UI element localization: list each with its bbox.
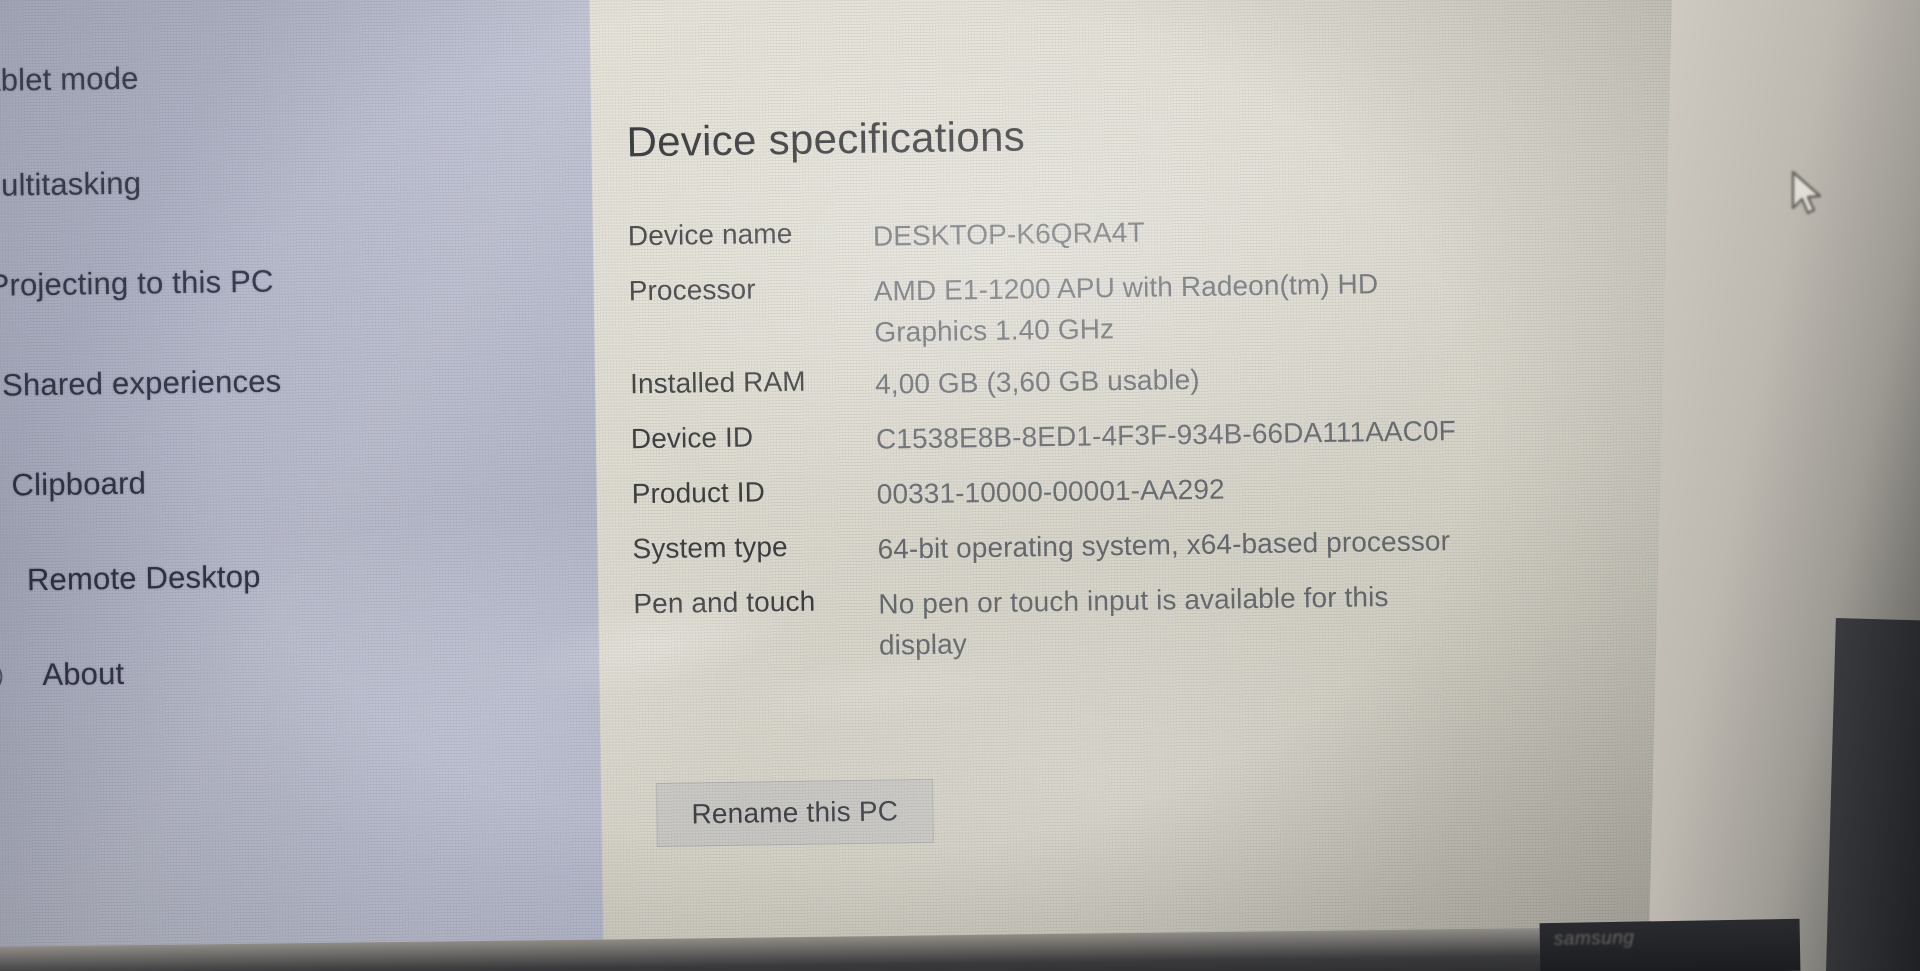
info-icon xyxy=(0,661,1,691)
section-title-device-specifications: Device specifications xyxy=(626,112,1026,166)
settings-window: Tablet mode Multitasking Projecting to t… xyxy=(0,0,1789,971)
laptop-brand-text: samsung xyxy=(1553,927,1635,951)
spec-key: Device ID xyxy=(630,421,754,455)
spec-value: 00331-10000-00001-AA292 xyxy=(876,473,1225,510)
spec-key: Device name xyxy=(627,217,793,252)
sidebar-item-remote-desktop[interactable]: Remote Desktop xyxy=(0,559,261,599)
spec-value: C1538E8B-8ED1-4F3F-934B-66DA111AAC0F xyxy=(875,415,1457,455)
screen-smudge xyxy=(716,635,1043,744)
spec-row-product-id: Product ID 00331-10000-00001-AA292 xyxy=(631,462,1731,519)
spec-row-system-type: System type 64-bit operating system, x64… xyxy=(632,517,1732,574)
sidebar-item-about[interactable]: About xyxy=(0,656,125,694)
sidebar-item-label: About xyxy=(42,655,125,693)
spec-row-processor: Processor AMD E1-1200 APU with Radeon(tm… xyxy=(628,259,1729,356)
spec-row-device-id: Device ID C1538E8B-8ED1-4F3F-934B-66DA11… xyxy=(631,407,1731,464)
sidebar-item-label: Shared experiences xyxy=(1,363,282,403)
spec-key: Installed RAM xyxy=(629,365,806,400)
sidebar-item-clipboard[interactable]: Clipboard xyxy=(11,466,146,504)
laptop-bezel-right-shadow xyxy=(1824,617,1920,971)
spec-value: AMD E1-1200 APU with Radeon(tm) HD Graph… xyxy=(873,268,1379,348)
laptop-brand-label: samsung xyxy=(1539,918,1801,971)
spec-key: Processor xyxy=(628,273,756,307)
sidebar-item-multitasking[interactable]: Multitasking xyxy=(0,166,141,204)
settings-navigation-pane: Tablet mode Multitasking Projecting to t… xyxy=(0,0,605,971)
spec-row-pen-and-touch: Pen and touch No pen or touch input is a… xyxy=(633,572,1734,669)
spec-value: 4,00 GB (3,60 GB usable) xyxy=(874,363,1200,400)
about-content-pane: Device specifications Device name DESKTO… xyxy=(512,0,1789,971)
mouse-cursor xyxy=(1790,170,1824,221)
spec-key: Pen and touch xyxy=(633,585,816,620)
sidebar-item-tablet-mode[interactable]: Tablet mode xyxy=(0,61,139,100)
spec-value: 64-bit operating system, x64-based proce… xyxy=(877,525,1451,565)
spec-value: No pen or touch input is available for t… xyxy=(878,581,1389,661)
sidebar-item-label: Tablet mode xyxy=(0,60,139,99)
sidebar-item-shared-experiences[interactable]: Shared experiences xyxy=(2,363,282,403)
spec-row-device-name: Device name DESKTOP-K6QRA4T xyxy=(628,204,1728,261)
sidebar-item-label: Projecting to this PC xyxy=(0,263,274,303)
laptop-screen-photo: Tablet mode Multitasking Projecting to t… xyxy=(0,0,1920,971)
sidebar-item-label: Remote Desktop xyxy=(26,558,261,598)
spec-value: DESKTOP-K6QRA4T xyxy=(872,216,1145,252)
spec-row-installed-ram: Installed RAM 4,00 GB (3,60 GB usable) xyxy=(630,352,1730,409)
sidebar-item-label: Clipboard xyxy=(11,465,147,503)
sidebar-item-projecting-to-this-pc[interactable]: Projecting to this PC xyxy=(0,264,274,304)
spec-key: Product ID xyxy=(631,476,766,510)
sidebar-item-label: Multitasking xyxy=(0,165,142,204)
spec-key: System type xyxy=(632,530,788,565)
rename-this-pc-button[interactable]: Rename this PC xyxy=(656,778,934,847)
